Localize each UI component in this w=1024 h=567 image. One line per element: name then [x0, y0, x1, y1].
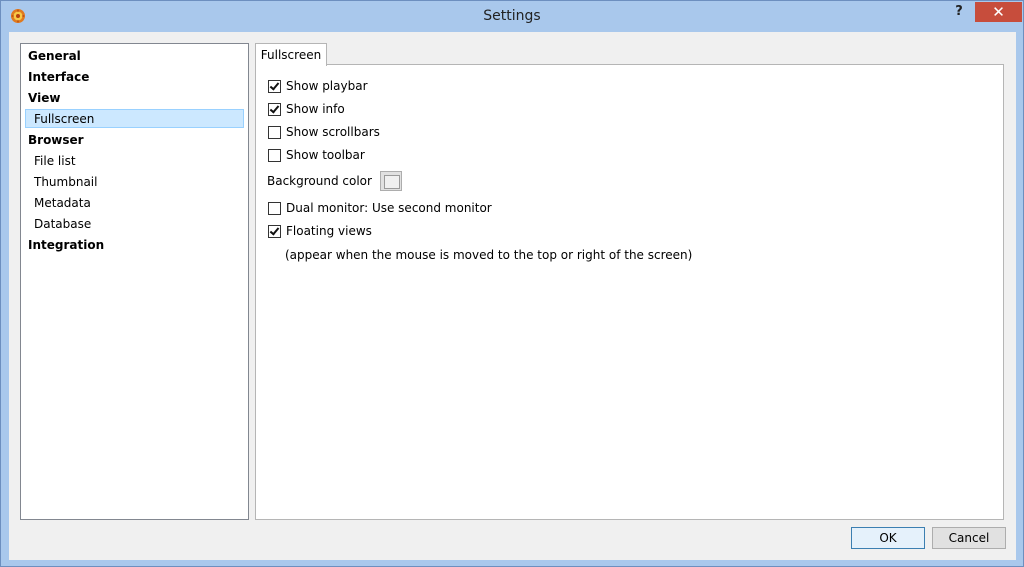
- nav-item-file-list[interactable]: File list: [32, 152, 76, 171]
- ok-button[interactable]: OK: [851, 527, 925, 549]
- dialog-client-area: General Interface View Fullscreen Browse…: [9, 32, 1016, 560]
- dual-monitor-checkbox[interactable]: [268, 201, 281, 215]
- floating-views-checkbox[interactable]: [268, 224, 281, 238]
- show-playbar-checkbox[interactable]: [268, 79, 281, 93]
- title-bar[interactable]: Settings ? ✕: [1, 1, 1023, 32]
- show-playbar-option[interactable]: Show playbar: [268, 78, 368, 94]
- settings-category-tree[interactable]: General Interface View Fullscreen Browse…: [20, 43, 249, 520]
- floating-views-note: (appear when the mouse is moved to the t…: [285, 248, 693, 262]
- nav-item-integration[interactable]: Integration: [26, 236, 104, 255]
- nav-item-general[interactable]: General: [26, 47, 81, 66]
- tab-fullscreen[interactable]: Fullscreen: [255, 43, 327, 66]
- fullscreen-options-panel: Show playbar Show info Show scrollbars S…: [255, 64, 1004, 520]
- cancel-button[interactable]: Cancel: [932, 527, 1006, 549]
- nav-item-fullscreen[interactable]: Fullscreen: [25, 109, 244, 128]
- show-toolbar-checkbox[interactable]: [268, 148, 281, 162]
- show-scrollbars-option[interactable]: Show scrollbars: [268, 124, 380, 140]
- help-button[interactable]: ?: [945, 2, 973, 22]
- show-playbar-label: Show playbar: [286, 79, 368, 93]
- show-toolbar-label: Show toolbar: [286, 148, 365, 162]
- show-scrollbars-checkbox[interactable]: [268, 125, 281, 139]
- dual-monitor-option[interactable]: Dual monitor: Use second monitor: [268, 200, 492, 216]
- background-color-label: Background color: [267, 174, 372, 188]
- floating-views-label: Floating views: [286, 224, 372, 238]
- nav-item-metadata[interactable]: Metadata: [32, 194, 91, 213]
- show-scrollbars-label: Show scrollbars: [286, 125, 380, 139]
- floating-views-option[interactable]: Floating views: [268, 223, 372, 239]
- nav-item-thumbnail[interactable]: Thumbnail: [32, 173, 97, 192]
- show-info-checkbox[interactable]: [268, 102, 281, 116]
- show-info-option[interactable]: Show info: [268, 101, 345, 117]
- show-toolbar-option[interactable]: Show toolbar: [268, 147, 365, 163]
- settings-window: Settings ? ✕ General Interface View Full…: [0, 0, 1024, 567]
- background-color-option: Background color: [267, 169, 402, 193]
- nav-item-view[interactable]: View: [26, 89, 60, 108]
- nav-item-database[interactable]: Database: [32, 215, 91, 234]
- close-button[interactable]: ✕: [975, 2, 1022, 22]
- dual-monitor-label: Dual monitor: Use second monitor: [286, 201, 492, 215]
- background-color-picker-button[interactable]: [379, 171, 402, 191]
- nav-item-browser[interactable]: Browser: [26, 131, 84, 150]
- window-title: Settings: [483, 8, 541, 24]
- nav-item-interface[interactable]: Interface: [26, 68, 89, 87]
- show-info-label: Show info: [286, 102, 345, 116]
